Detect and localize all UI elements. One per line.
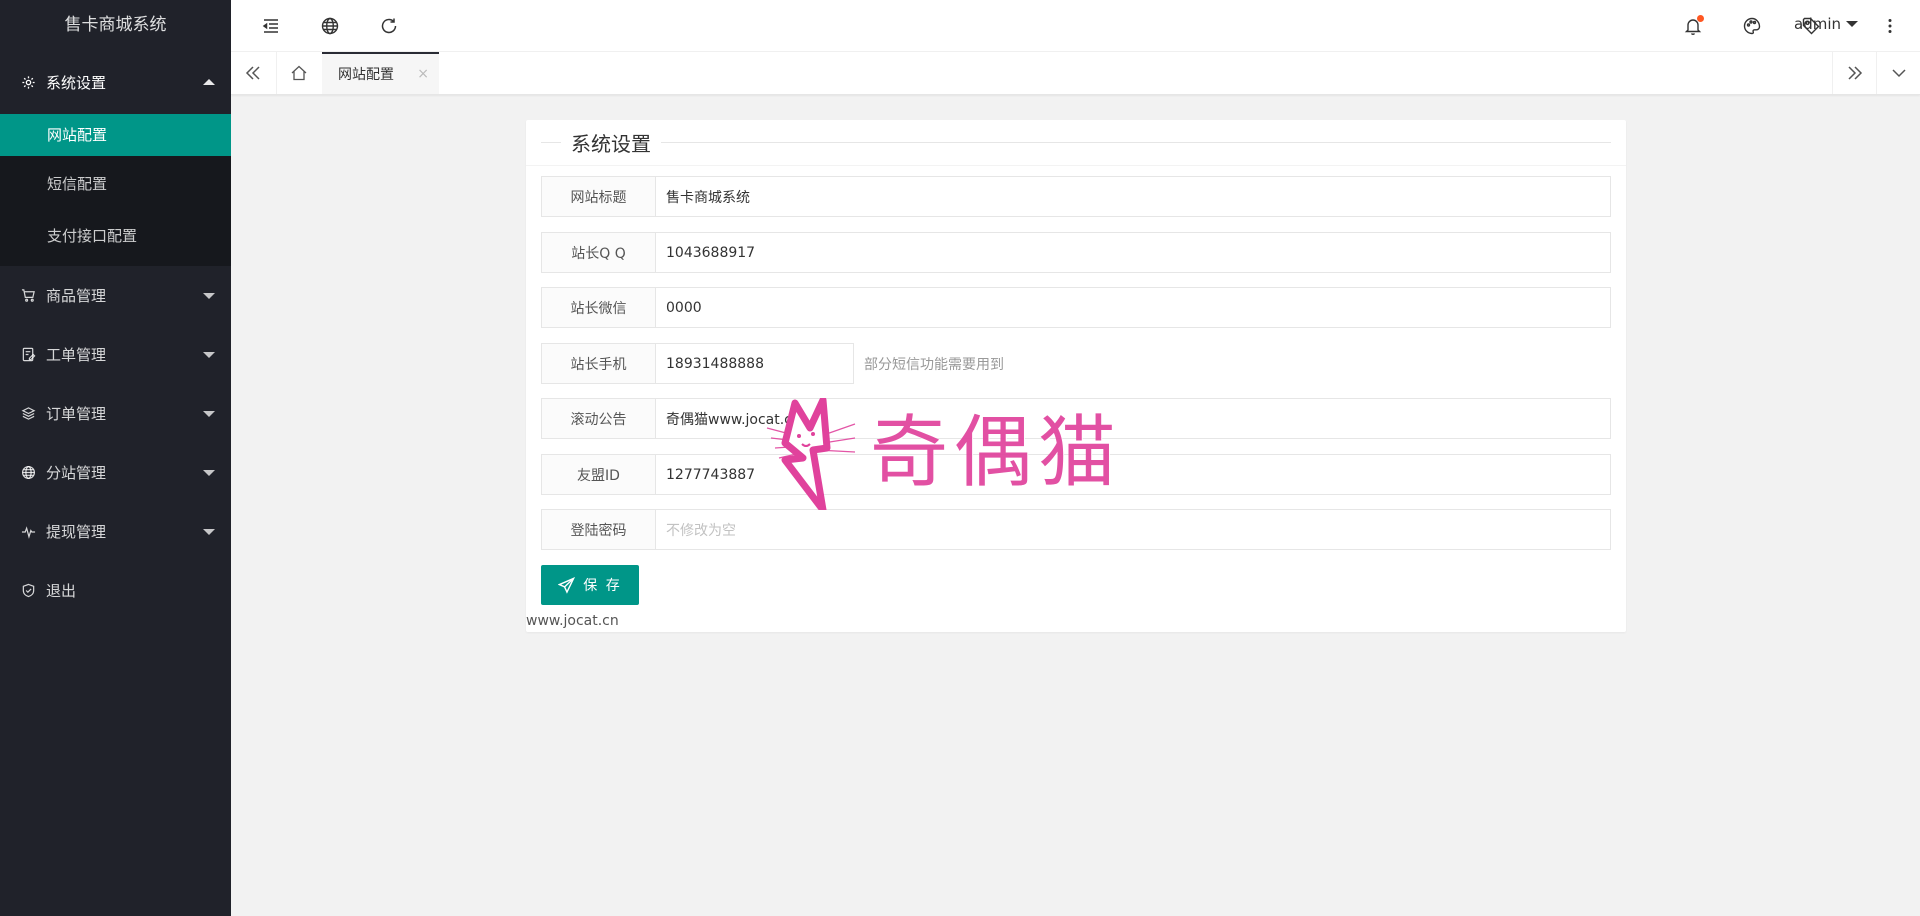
legend-line	[541, 142, 561, 143]
umeng-id-input[interactable]: 1277743887	[656, 454, 1611, 495]
home-icon[interactable]	[276, 52, 320, 94]
palette-icon[interactable]	[1742, 16, 1762, 36]
sidebar: 售卡商城系统 系统设置 网站配置 短信配置 支付接口配置 商品管理 工单管理 订…	[0, 0, 231, 916]
nav-label: 工单管理	[46, 346, 107, 364]
top-header: admin	[231, 0, 1920, 52]
caret-up-icon	[203, 79, 215, 85]
nav-label: 商品管理	[46, 287, 107, 305]
subnav-item-site-config[interactable]: 网站配置	[0, 114, 231, 156]
nav-products[interactable]: 商品管理	[0, 266, 231, 325]
field-label: 友盟ID	[541, 454, 656, 495]
nav-logout[interactable]: 退出	[0, 561, 231, 620]
admin-qq-input[interactable]: 1043688917	[656, 232, 1611, 273]
nav-label: 订单管理	[46, 405, 107, 423]
refresh-icon[interactable]	[379, 16, 399, 36]
shield-icon	[20, 583, 36, 599]
nav-substations[interactable]: 分站管理	[0, 443, 231, 502]
app-logo: 售卡商城系统	[64, 15, 167, 35]
field-label: 站长手机	[541, 343, 656, 384]
field-label: 站长微信	[541, 287, 656, 328]
nav-system-settings[interactable]: 系统设置	[0, 50, 231, 114]
nav-label: 提现管理	[46, 523, 107, 541]
field-label: 站长Q Q	[541, 232, 656, 273]
site-title-input[interactable]: 售卡商城系统	[656, 176, 1611, 217]
caret-down-icon	[203, 351, 215, 358]
admin-phone-input[interactable]: 18931488888	[656, 343, 854, 384]
pulse-icon	[20, 524, 36, 540]
form-row-admin-phone: 站长手机 18931488888 部分短信功能需要用到	[541, 343, 1004, 384]
nav-tickets[interactable]: 工单管理	[0, 325, 231, 384]
caret-down-icon	[203, 292, 215, 299]
field-hint: 部分短信功能需要用到	[864, 356, 1004, 373]
notification-badge	[1697, 15, 1704, 22]
username: admin	[1794, 15, 1841, 33]
caret-down-icon	[203, 410, 215, 417]
caret-down-icon	[1846, 21, 1858, 27]
form-row-notice: 滚动公告 奇偶猫www.jocat.cn	[541, 398, 1611, 439]
notice-input[interactable]: 奇偶猫www.jocat.cn	[656, 398, 1611, 439]
caret-down-icon	[203, 528, 215, 535]
save-button[interactable]: 保 存	[541, 565, 639, 605]
subnav-system-settings: 网站配置 短信配置 支付接口配置	[0, 114, 231, 266]
caret-down-icon	[203, 469, 215, 476]
menu-fold-icon[interactable]	[261, 16, 281, 36]
legend-title: 系统设置	[571, 132, 651, 156]
settings-card: 系统设置 网站标题 售卡商城系统 站长Q Q 1043688917 站长微信 0…	[526, 120, 1626, 632]
form-row-umeng-id: 友盟ID 1277743887	[541, 454, 1611, 495]
more-vertical-icon[interactable]	[1880, 16, 1900, 36]
subnav-item-sms-config[interactable]: 短信配置	[0, 158, 231, 210]
cart-icon	[20, 288, 36, 304]
field-label: 滚动公告	[541, 398, 656, 439]
tabs-dropdown-icon[interactable]	[1876, 52, 1920, 94]
close-icon[interactable]: ×	[417, 66, 429, 82]
form-row-site-title: 网站标题 售卡商城系统	[541, 176, 1611, 217]
admin-wechat-input[interactable]: 0000	[656, 287, 1611, 328]
globe-icon	[20, 465, 36, 481]
field-label: 网站标题	[541, 176, 656, 217]
subnav-item-payment-config[interactable]: 支付接口配置	[0, 210, 231, 262]
divider	[526, 165, 1626, 166]
tab-site-config[interactable]: 网站配置 ×	[322, 52, 439, 94]
tabs-bar: 网站配置 ×	[231, 52, 1920, 95]
password-input[interactable]: 不修改为空	[656, 509, 1611, 550]
tabs-scroll-right-icon[interactable]	[1832, 52, 1876, 94]
tabs-scroll-left-icon[interactable]	[231, 52, 275, 94]
globe-icon[interactable]	[320, 16, 340, 36]
nav-label: 分站管理	[46, 464, 107, 482]
send-icon	[558, 576, 576, 594]
field-label: 登陆密码	[541, 509, 656, 550]
tab-label: 网站配置	[338, 67, 394, 83]
form-row-password: 登陆密码 不修改为空	[541, 509, 1611, 550]
nav-orders[interactable]: 订单管理	[0, 384, 231, 443]
nav-withdrawals[interactable]: 提现管理	[0, 502, 231, 561]
form-row-admin-qq: 站长Q Q 1043688917	[541, 232, 1611, 273]
form-row-admin-wechat: 站长微信 0000	[541, 287, 1611, 328]
footer-url: www.jocat.cn	[526, 613, 619, 629]
layers-icon	[20, 406, 36, 422]
user-menu[interactable]: admin	[1794, 15, 1858, 33]
bell-icon[interactable]	[1683, 15, 1704, 36]
nav-label: 系统设置	[46, 73, 107, 92]
fieldset-legend: 系统设置	[541, 120, 1611, 165]
gear-icon	[20, 74, 36, 90]
nav-label: 退出	[46, 582, 77, 600]
save-button-label: 保 存	[583, 578, 622, 594]
legend-line	[661, 142, 1611, 143]
ticket-icon	[20, 347, 36, 363]
